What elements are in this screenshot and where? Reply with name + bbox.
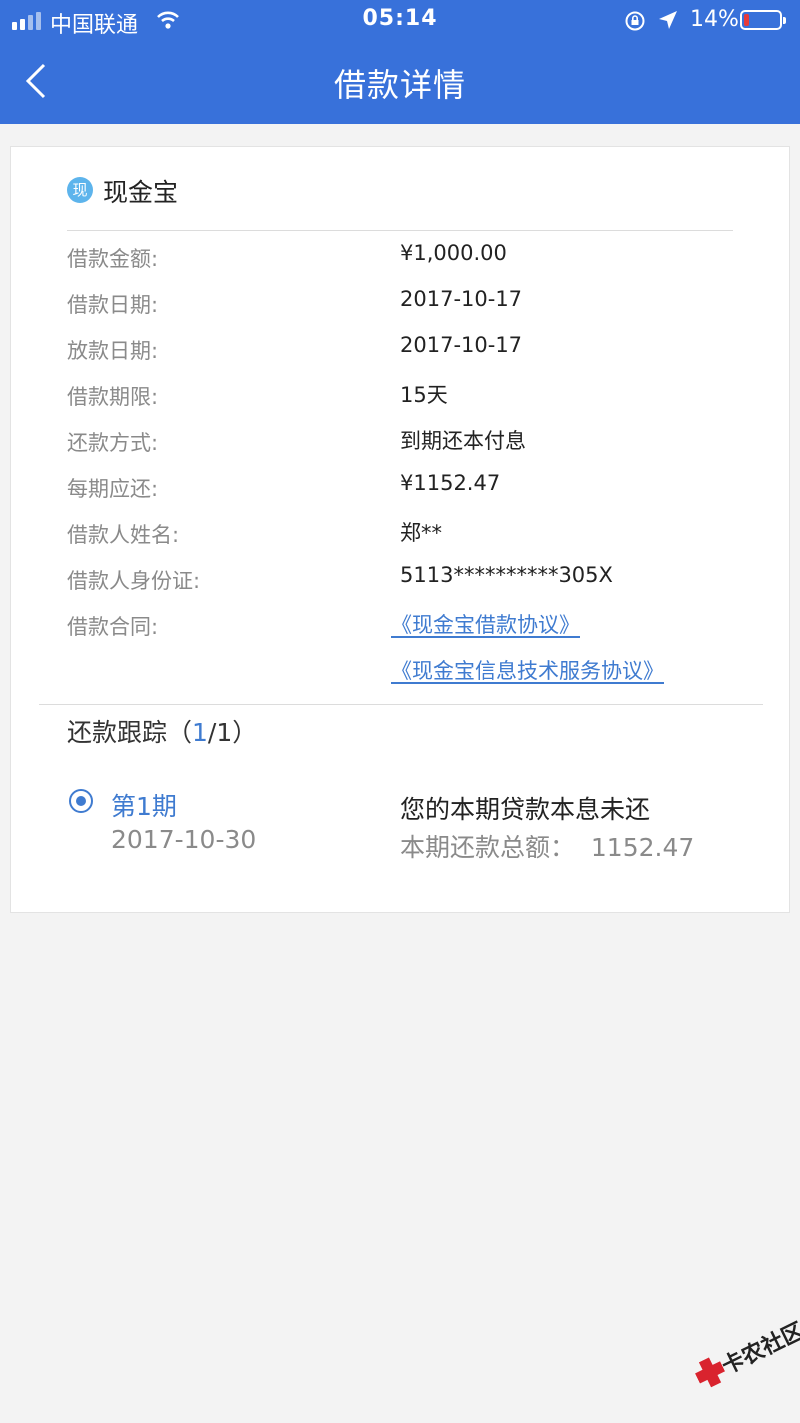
orientation-lock-icon — [625, 11, 645, 31]
loan-date-label: 借款日期: — [67, 293, 159, 317]
radio-selected-dot — [76, 796, 86, 806]
location-icon — [659, 11, 677, 29]
watermark: 卡农社区 — [683, 1304, 800, 1420]
borrower-name-label: 借款人姓名: — [67, 523, 180, 547]
repayment-tracking-title: 还款跟踪（1/1） — [67, 713, 257, 749]
loan-term-label: 借款期限: — [67, 385, 159, 409]
brand-icon: 现 — [67, 177, 93, 203]
loan-amount-value: ¥1,000.00 — [400, 241, 507, 265]
contract-label: 借款合同: — [67, 615, 159, 639]
borrower-name-value: 郑** — [400, 521, 442, 545]
loan-agreement-link[interactable]: 《现金宝借款协议》 — [391, 609, 580, 639]
watermark-text: 卡农社区 — [718, 1318, 800, 1380]
period-radio[interactable] — [69, 789, 93, 813]
installment-value: ¥1152.47 — [400, 471, 501, 495]
divider — [67, 230, 733, 231]
loan-amount-label: 借款金额: — [67, 247, 159, 271]
tracking-title-prefix: 还款跟踪（ — [67, 718, 193, 747]
tracking-title-suffix: /1） — [207, 718, 258, 747]
disbursement-date-label: 放款日期: — [67, 339, 159, 363]
loan-term-value: 15天 — [400, 383, 448, 407]
borrower-id-label: 借款人身份证: — [67, 569, 201, 593]
loan-detail-card: 现 现金宝 借款金额: ¥1,000.00 借款日期: 2017-10-17 放… — [10, 146, 790, 913]
service-agreement-link[interactable]: 《现金宝信息技术服务协议》 — [391, 655, 664, 685]
installment-label: 每期应还: — [67, 477, 159, 501]
repayment-total: 本期还款总额： 1152.47 — [400, 833, 695, 862]
tracking-current-period: 1 — [192, 718, 208, 747]
borrower-id-value: 5113**********305X — [400, 563, 613, 587]
repayment-method-label: 还款方式: — [67, 431, 159, 455]
period-label: 第1期 — [111, 792, 177, 821]
top-bar: 中国联通 05:14 14% 借款详情 — [0, 0, 800, 124]
period-date: 2017-10-30 — [111, 825, 257, 854]
loan-date-value: 2017-10-17 — [400, 287, 523, 311]
battery-fill — [744, 14, 749, 26]
page-title: 借款详情 — [333, 66, 466, 104]
status-bar: 中国联通 05:14 14% — [0, 0, 800, 42]
repayment-status: 您的本期贷款本息未还 — [400, 795, 651, 824]
divider — [39, 704, 763, 705]
repayment-method-value: 到期还本付息 — [400, 429, 526, 453]
clock: 05:14 — [362, 6, 438, 31]
brand-name: 现金宝 — [103, 178, 179, 207]
disbursement-date-value: 2017-10-17 — [400, 333, 523, 357]
battery-icon — [740, 10, 786, 30]
battery-percent: 14% — [690, 7, 739, 32]
